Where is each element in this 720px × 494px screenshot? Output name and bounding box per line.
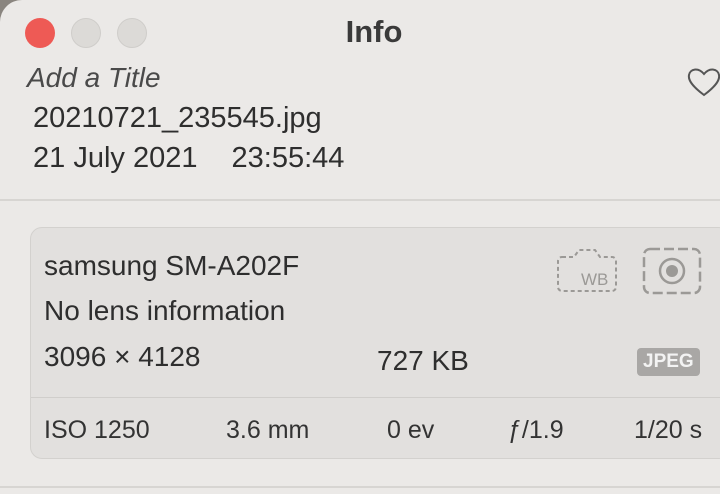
- shutter-speed: 1/20 s: [634, 416, 703, 444]
- filename: 20210721_235545.jpg: [33, 102, 322, 134]
- lens-icon: [642, 247, 702, 295]
- white-balance-camera-icon: WB: [557, 249, 617, 292]
- time-text: 23:55:44: [231, 142, 345, 174]
- window-title: Info: [345, 14, 403, 49]
- info-window: Info Add a Title 20210721_235545.jpg 21 …: [0, 0, 720, 494]
- focal-length: 3.6 mm: [226, 416, 310, 444]
- bottom-divider: [0, 486, 720, 488]
- card-divider: [31, 397, 720, 398]
- date-time: 21 July 2021 23:55:44: [33, 142, 344, 175]
- iso-value: ISO 1250: [44, 416, 150, 444]
- lens-info: No lens information: [44, 295, 286, 326]
- image-dimensions: 3096 × 4128: [44, 341, 201, 372]
- camera-model: samsung SM-A202F: [44, 250, 300, 281]
- heart-icon[interactable]: [686, 66, 720, 98]
- format-badge: JPEG: [637, 348, 700, 376]
- svg-text:WB: WB: [581, 270, 608, 289]
- add-title-field[interactable]: Add a Title: [27, 62, 161, 94]
- aperture: ƒ/1.9: [508, 416, 564, 444]
- file-size: 727 KB: [377, 345, 469, 376]
- camera-info-card: samsung SM-A202F No lens information 309…: [30, 227, 720, 459]
- exposure-bias: 0 ev: [387, 416, 435, 444]
- divider: [0, 199, 720, 201]
- date-text: 21 July 2021: [33, 142, 198, 174]
